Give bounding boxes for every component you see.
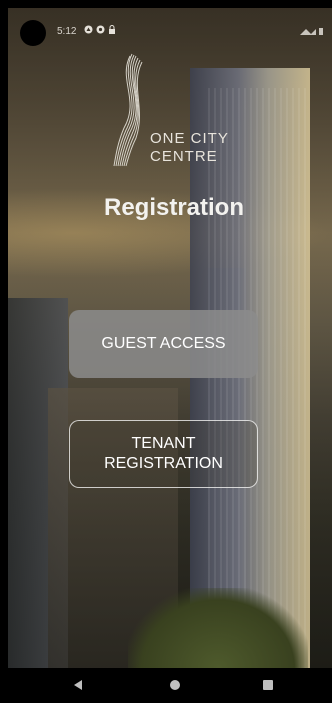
notification-a-icon xyxy=(84,25,93,34)
navigation-bar xyxy=(8,668,332,703)
back-icon[interactable] xyxy=(74,680,82,690)
tenant-button-line1: TENANT xyxy=(131,435,196,452)
lock-icon xyxy=(108,25,117,34)
background-facade xyxy=(208,88,308,668)
one-city-centre-logo-icon xyxy=(113,53,143,167)
home-icon[interactable] xyxy=(170,680,180,690)
wifi-icon xyxy=(300,29,312,35)
notification-b-icon xyxy=(96,25,105,34)
status-time: 5:12 xyxy=(57,26,77,37)
recent-apps-icon[interactable] xyxy=(263,680,273,690)
tenant-button-line2: REGISTRATION xyxy=(104,455,223,472)
brand-name: ONE CITY CENTRE xyxy=(150,130,229,166)
battery-icon xyxy=(319,28,323,35)
status-bar: 5:12 xyxy=(8,8,332,46)
page-title: Registration xyxy=(103,194,244,221)
guest-access-button[interactable]: GUEST ACCESS xyxy=(69,310,258,378)
brand-line2: CENTRE xyxy=(150,148,218,165)
background-trees xyxy=(128,588,308,668)
camera-cutout xyxy=(20,20,46,46)
signal-icon xyxy=(300,27,324,38)
tenant-registration-button[interactable]: TENANT REGISTRATION xyxy=(69,420,258,488)
brand-line1: ONE CITY xyxy=(150,130,229,147)
